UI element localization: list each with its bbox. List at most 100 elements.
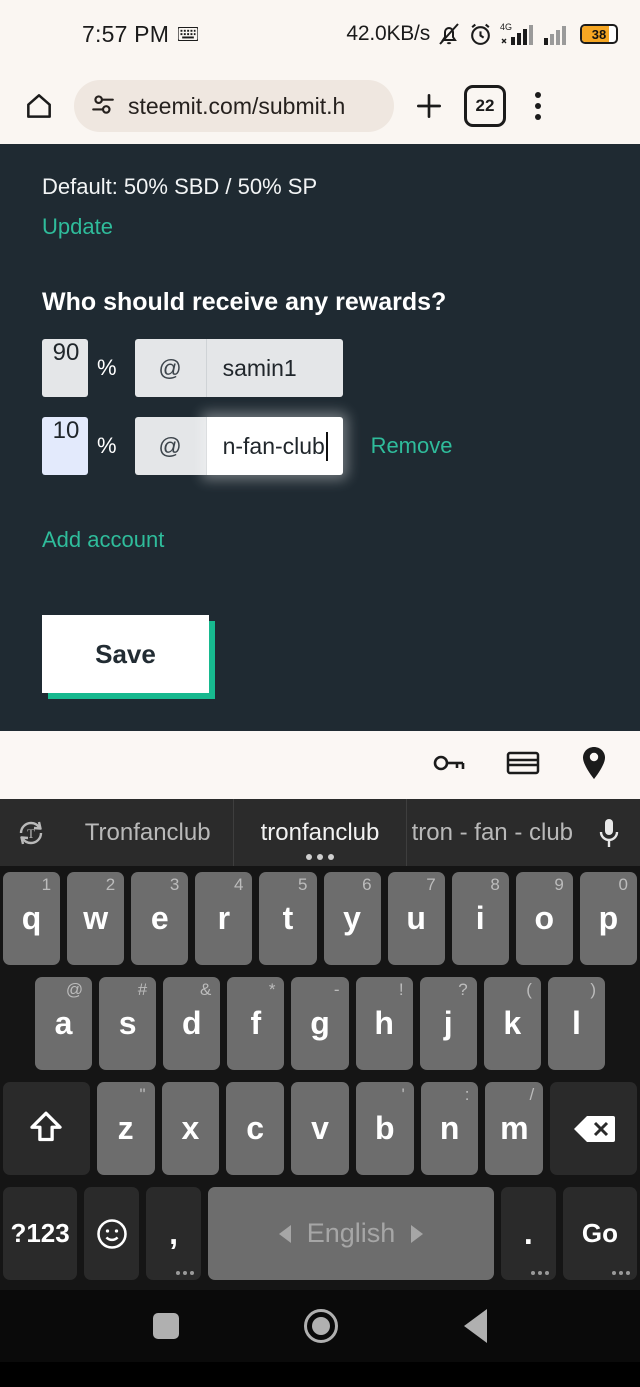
key-hint: ' — [401, 1085, 405, 1104]
suggestion-item-selected[interactable]: tronfanclub — [233, 799, 405, 866]
key-r[interactable]: 4r — [195, 872, 253, 965]
key-label: l — [571, 1005, 581, 1041]
status-bar-right: 42.0KB/s 4G 38 — [346, 0, 618, 68]
key-label: x — [181, 1110, 200, 1146]
key-hint: ( — [526, 980, 532, 999]
key-k[interactable]: (k — [483, 977, 541, 1070]
key-label: o — [534, 900, 555, 936]
key-h[interactable]: ! h — [355, 977, 413, 1070]
key-hint: 9 — [554, 875, 564, 894]
add-account-link[interactable]: Add account — [42, 527, 164, 553]
plus-icon[interactable] — [406, 83, 452, 129]
recents-square-icon[interactable] — [152, 1313, 179, 1339]
key-hint: 1 — [41, 875, 52, 894]
tune-icon[interactable] — [90, 91, 116, 122]
emoji-icon[interactable] — [84, 1187, 140, 1280]
key-label: w — [83, 900, 109, 936]
key-x[interactable]: x — [161, 1082, 220, 1175]
key-q[interactable]: 1q — [3, 872, 61, 965]
suggestion-item[interactable]: tron - fan - club — [405, 799, 578, 866]
url-text[interactable]: steemit.com/submit.h — [128, 93, 345, 120]
key-j[interactable]: ? j — [419, 977, 477, 1070]
location-pin-icon[interactable] — [580, 746, 608, 785]
microphone-icon[interactable] — [578, 816, 640, 850]
suggestion-label: tron - fan - club — [411, 818, 574, 846]
account-field[interactable]: @ samin1 — [134, 339, 343, 397]
space-key[interactable]: English — [208, 1187, 494, 1280]
update-link[interactable]: Update — [42, 214, 113, 240]
key-hint: ? — [458, 980, 468, 999]
battery-level-label: 38 — [591, 26, 607, 42]
percent-input[interactable]: 10 — [42, 417, 88, 475]
prev-language-icon[interactable] — [278, 1224, 291, 1243]
keyboard-row-2: @ a # s & d * f -g ! h ? j (k ) l — [0, 971, 640, 1076]
overflow-menu-icon[interactable] — [518, 83, 558, 129]
key-o[interactable]: 9o — [515, 872, 573, 965]
key-label: q — [21, 900, 42, 936]
key-hint: : — [464, 1085, 470, 1104]
suggestion-item[interactable]: Tronfanclub — [62, 799, 233, 866]
key-s[interactable]: # s — [99, 977, 157, 1070]
key-t[interactable]: 5t — [259, 872, 317, 965]
percent-sign-label: % — [97, 433, 117, 458]
key-v[interactable]: v — [291, 1082, 349, 1175]
shift-icon[interactable] — [3, 1082, 90, 1175]
key-g[interactable]: -g — [291, 977, 349, 1070]
key-y[interactable]: 6y — [323, 872, 381, 965]
key-d[interactable]: & d — [163, 977, 221, 1070]
android-nav-bar — [0, 1290, 640, 1362]
key-hint: @ — [65, 980, 84, 999]
key-label: u — [406, 900, 426, 936]
transliterate-icon[interactable]: T — [0, 816, 62, 850]
key-label: n — [439, 1110, 460, 1146]
key-i[interactable]: 8i — [451, 872, 509, 965]
svg-text:4G: 4G — [500, 22, 512, 32]
key-hint: 4 — [233, 875, 244, 894]
backspace-icon[interactable] — [550, 1082, 637, 1175]
comma-key[interactable]: , — [146, 1187, 202, 1280]
account-input[interactable]: samin1 — [206, 339, 343, 397]
virtual-keyboard: T Tronfanclub tronfanclub tron - fan - c… — [0, 799, 640, 1290]
account-field[interactable]: @ n-fan-club — [134, 417, 343, 475]
home-circle-icon[interactable] — [304, 1309, 339, 1343]
key-hint: ) — [590, 980, 596, 999]
key-u[interactable]: 7u — [387, 872, 445, 965]
key-c[interactable]: c — [226, 1082, 285, 1175]
period-key[interactable]: . — [500, 1187, 556, 1280]
key-z[interactable]: " z — [96, 1082, 155, 1175]
beneficiary-row: 90 % @ samin1 — [42, 339, 598, 397]
url-bar[interactable]: steemit.com/submit.h — [74, 80, 394, 132]
key-hint: * — [268, 980, 276, 999]
home-icon[interactable] — [16, 83, 62, 129]
at-sign-prefix: @ — [134, 417, 207, 475]
key-l[interactable]: ) l — [547, 977, 605, 1070]
bell-muted-icon — [437, 21, 461, 47]
key-w[interactable]: 2w — [67, 872, 125, 965]
remove-link[interactable]: Remove — [371, 433, 453, 459]
percent-wrapper: 90 % — [42, 339, 135, 397]
tab-counter-button[interactable]: 22 — [464, 85, 506, 127]
key-hint: 6 — [362, 875, 372, 894]
clock-label: 7:57 PM — [82, 20, 170, 47]
key-icon[interactable] — [432, 748, 466, 783]
back-triangle-icon[interactable] — [464, 1309, 488, 1343]
key-label: j — [443, 1005, 453, 1041]
next-language-icon[interactable] — [411, 1224, 424, 1243]
key-b[interactable]: ' b — [355, 1082, 414, 1175]
keyboard-row-4: ?123 , English . Go — [0, 1181, 640, 1286]
battery-indicator: 38 — [580, 24, 618, 44]
go-key[interactable]: Go — [562, 1187, 637, 1280]
key-p[interactable]: 0p — [579, 872, 637, 965]
key-hint: 2 — [105, 875, 116, 894]
account-input-focused[interactable]: n-fan-club — [206, 417, 343, 475]
credit-card-icon[interactable] — [506, 749, 540, 782]
key-m[interactable]: / m — [485, 1082, 544, 1175]
save-button[interactable]: Save — [42, 615, 209, 693]
key-a[interactable]: @ a — [35, 977, 93, 1070]
key-f[interactable]: * f — [227, 977, 285, 1070]
percent-input[interactable]: 90 — [42, 339, 88, 397]
key-e[interactable]: 3e — [131, 872, 189, 965]
symbols-key[interactable]: ?123 — [3, 1187, 78, 1280]
signal-4g-icon: 4G — [500, 21, 536, 47]
key-n[interactable]: :n — [420, 1082, 479, 1175]
